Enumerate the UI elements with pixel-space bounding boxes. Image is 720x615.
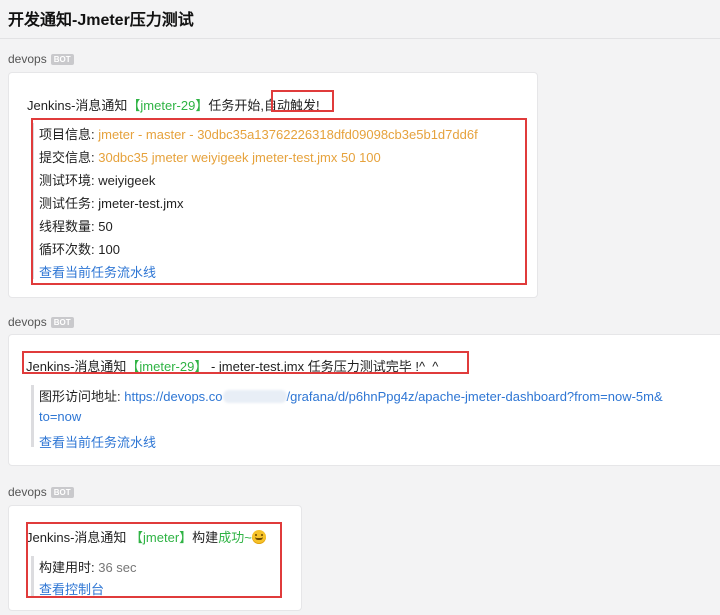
redacted-blur — [222, 390, 287, 403]
quote-bar — [31, 385, 34, 447]
dashboard-url: 图形访问地址: https://devops.co/grafana/d/p6hn… — [39, 389, 663, 404]
message-sender: devops BOT — [8, 52, 74, 66]
job-tag: 【jmeter-29】 — [127, 98, 209, 113]
message-sender: devops BOT — [8, 485, 74, 499]
sender-name[interactable]: devops — [8, 315, 47, 329]
bot-badge: BOT — [50, 316, 74, 328]
bot-badge: BOT — [50, 53, 74, 65]
message-sender: devops BOT — [8, 315, 74, 329]
sender-name[interactable]: devops — [8, 485, 47, 499]
chat-header: 开发通知-Jmeter压力测试 — [0, 0, 720, 39]
pipeline-link[interactable]: 查看当前任务流水线 — [39, 432, 156, 451]
dashboard-link-wrap[interactable]: to=now — [39, 409, 81, 424]
highlight-box — [22, 351, 469, 374]
bot-badge: BOT — [50, 486, 74, 498]
highlight-box — [31, 118, 527, 285]
chat-title: 开发通知-Jmeter压力测试 — [8, 12, 194, 29]
dashboard-link-rest[interactable]: /grafana/d/p6hnPpg4z/apache-jmeter-dashb… — [287, 389, 663, 404]
highlight-box — [271, 90, 334, 112]
highlight-box — [26, 522, 282, 598]
sender-name[interactable]: devops — [8, 52, 47, 66]
dashboard-link[interactable]: https://devops.co — [124, 389, 222, 404]
